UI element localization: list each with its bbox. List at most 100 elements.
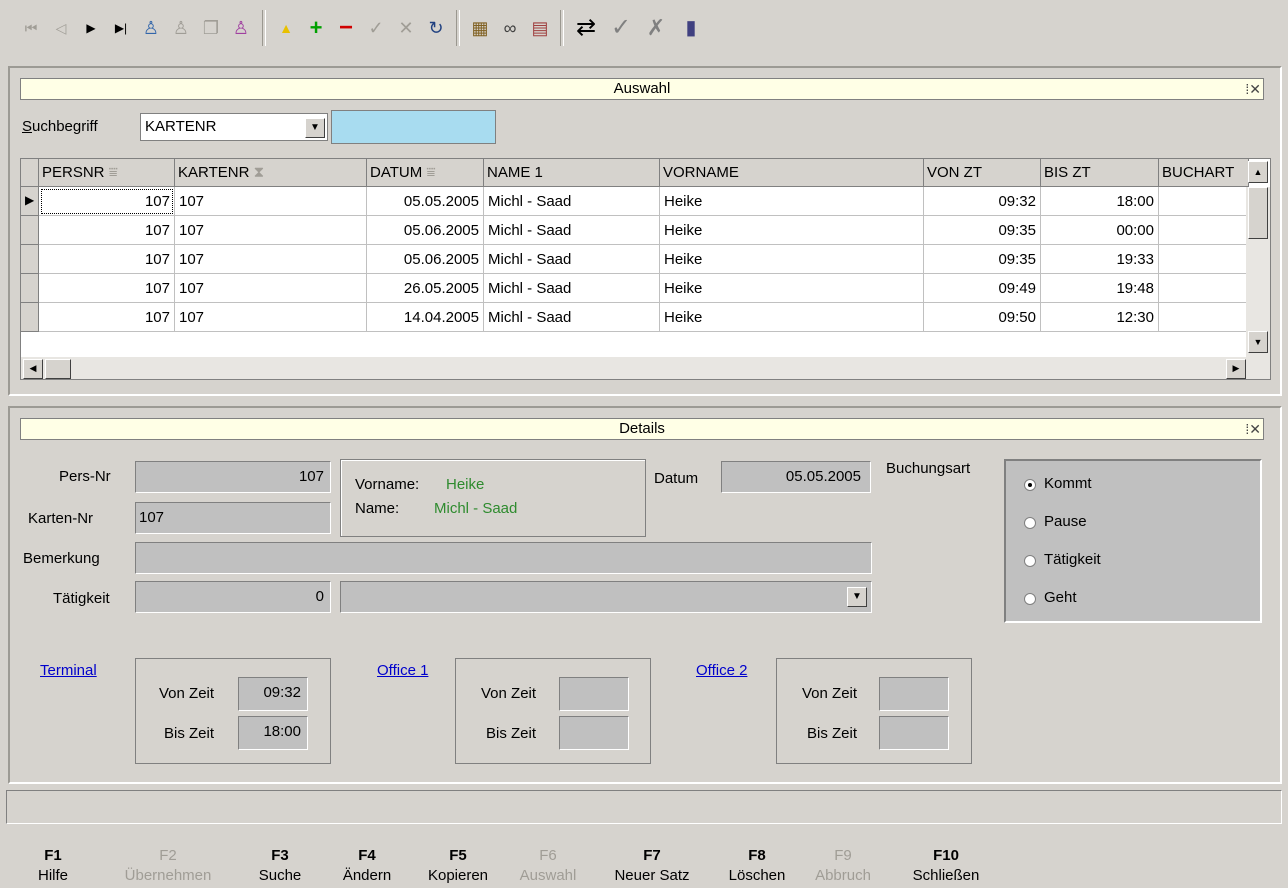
table-icon[interactable]: ▦ (466, 14, 494, 42)
fkey-f6-button[interactable]: F6 Auswahl (498, 846, 598, 886)
bell-x-icon[interactable]: ♙ (167, 14, 195, 42)
office2-link[interactable]: Office 2 (696, 662, 747, 679)
table-cell[interactable]: Michl - Saad (484, 187, 660, 216)
table-cell[interactable] (1159, 216, 1249, 245)
col-header-datum[interactable]: DATUM ⩸ (367, 159, 484, 187)
radio-geht[interactable]: Geht (1024, 587, 1224, 611)
bemerkung-field[interactable] (135, 542, 872, 574)
copy-doc-icon[interactable]: ❐ (197, 14, 225, 42)
col-header-vorname[interactable]: VORNAME (660, 159, 924, 187)
fkey-f5-button[interactable]: F5 Kopieren (408, 846, 508, 886)
office2-von-field[interactable] (879, 677, 949, 711)
table-cell[interactable]: Michl - Saad (484, 303, 660, 332)
table-row[interactable]: 107 107 05.06.2005 Michl - Saad Heike 09:35 00… (21, 216, 1249, 245)
fkey-f7-button[interactable]: F7 Neuer Satz (602, 846, 702, 886)
office1-link[interactable]: Office 1 (377, 662, 428, 679)
hscroll-thumb[interactable] (45, 359, 71, 379)
table-cell[interactable]: 107 (39, 274, 175, 303)
row-selector[interactable] (21, 245, 39, 274)
table-cell[interactable]: Heike (660, 216, 924, 245)
office1-bis-field[interactable] (559, 716, 629, 750)
table-cell[interactable] (1159, 187, 1249, 216)
col-header-name1[interactable]: NAME 1 (484, 159, 660, 187)
table-row[interactable]: 107 107 26.05.2005 Michl - Saad Heike 09:49 19… (21, 274, 1249, 303)
minus-icon[interactable]: − (332, 14, 360, 42)
export-icon[interactable]: ▤ (526, 14, 554, 42)
row-selector[interactable] (21, 274, 39, 303)
chevron-down-icon[interactable]: ▼ (305, 118, 325, 138)
table-cell[interactable]: 09:50 (924, 303, 1041, 332)
fkey-f10-button[interactable]: F10 Schließen (896, 846, 996, 886)
fkey-f9-button[interactable]: F9 Abbruch (793, 846, 893, 886)
table-cell[interactable]: 09:35 (924, 216, 1041, 245)
bell-icon[interactable]: ♙ (137, 14, 165, 42)
table-cell[interactable]: 107 (175, 245, 367, 274)
table-cell[interactable]: 107 (175, 303, 367, 332)
fkey-f1-button[interactable]: F1 Hilfe (3, 846, 103, 886)
table-cell[interactable]: 05.06.2005 (367, 216, 484, 245)
bell-pink-icon[interactable]: ♙ (227, 14, 255, 42)
col-header-von-zt[interactable]: VON ZT (924, 159, 1041, 187)
table-cell[interactable]: 00:00 (1041, 216, 1159, 245)
table-cell[interactable]: Michl - Saad (484, 245, 660, 274)
table-cell[interactable]: Heike (660, 274, 924, 303)
table-cell[interactable]: Heike (660, 245, 924, 274)
table-cell[interactable] (1159, 274, 1249, 303)
col-header-kartenr[interactable]: KARTENR ⧗ (175, 159, 367, 187)
fkey-f4-button[interactable]: F4 Ändern (317, 846, 417, 886)
table-cell[interactable]: Heike (660, 187, 924, 216)
office2-bis-field[interactable] (879, 716, 949, 750)
office1-von-field[interactable] (559, 677, 629, 711)
col-header-persnr[interactable]: PERSNR ⩸ (39, 159, 175, 187)
scroll-right-icon[interactable]: ▶ (1226, 359, 1246, 379)
next-record-icon[interactable]: ▶ (77, 14, 105, 42)
check-grey-icon[interactable]: ✓ (362, 14, 390, 42)
table-cell[interactable]: 107 (39, 245, 175, 274)
table-cell[interactable]: Michl - Saad (484, 274, 660, 303)
table-row[interactable]: ▶ 107 107 05.05.2005 Michl - Saad Heike 09:32 1… (21, 187, 1249, 216)
horizontal-scrollbar[interactable] (21, 357, 1270, 379)
table-row[interactable]: 107 107 05.06.2005 Michl - Saad Heike 09:35 19… (21, 245, 1249, 274)
table-cell[interactable]: 05.05.2005 (367, 187, 484, 216)
table-cell[interactable] (1159, 303, 1249, 332)
table-cell[interactable]: 107 (39, 303, 175, 332)
search-field-select[interactable]: KARTENR ▼ (140, 113, 328, 141)
refresh-icon[interactable]: ↻ (422, 14, 450, 42)
table-cell[interactable]: 107 (175, 274, 367, 303)
table-cell[interactable]: 107 (175, 216, 367, 245)
chevron-down-icon[interactable]: ▼ (847, 587, 867, 607)
table-cell[interactable]: 09:32 (924, 187, 1041, 216)
radio-taetigkeit[interactable]: Tätigkeit (1024, 549, 1224, 573)
exit-door-icon[interactable]: ▮ (677, 14, 705, 42)
table-cell[interactable]: 107 (175, 187, 367, 216)
terminal-bis-field[interactable]: 18:00 (238, 716, 308, 750)
radio-kommt[interactable]: Kommt (1024, 473, 1224, 497)
fkey-f2-button[interactable]: F2 Übernehmen (118, 846, 218, 886)
table-cell[interactable]: 107 (39, 187, 175, 216)
taetigkeit-select[interactable]: ▼ (340, 581, 872, 613)
table-cell[interactable]: 09:35 (924, 245, 1041, 274)
table-cell[interactable]: 26.05.2005 (367, 274, 484, 303)
table-cell[interactable]: 19:33 (1041, 245, 1159, 274)
panel-close-icon[interactable]: ⁞✕ (1245, 420, 1261, 438)
terminal-von-field[interactable]: 09:32 (238, 677, 308, 711)
scroll-left-icon[interactable]: ◀ (23, 359, 43, 379)
search-input[interactable] (331, 110, 496, 144)
table-cell[interactable]: 107 (39, 216, 175, 245)
x-grey-icon[interactable]: ✕ (392, 14, 420, 42)
table-row[interactable]: 107 107 14.04.2005 Michl - Saad Heike 09:50 12… (21, 303, 1249, 332)
binoculars-icon[interactable]: ∞ (496, 14, 524, 42)
table-cell[interactable]: Michl - Saad (484, 216, 660, 245)
plus-icon[interactable]: + (302, 14, 330, 42)
table-cell[interactable]: 05.06.2005 (367, 245, 484, 274)
table-cell[interactable]: 09:49 (924, 274, 1041, 303)
cancel-icon[interactable]: ✗ (642, 14, 670, 42)
karten-nr-field[interactable]: 107 (135, 502, 331, 534)
up-triangle-icon[interactable]: ▲ (272, 14, 300, 42)
last-record-icon[interactable]: ▶| (107, 14, 135, 42)
table-cell[interactable]: 14.04.2005 (367, 303, 484, 332)
table-cell[interactable]: 12:30 (1041, 303, 1159, 332)
table-cell[interactable] (1159, 245, 1249, 274)
check-icon[interactable]: ✓ (607, 14, 635, 42)
prev-record-icon[interactable]: ◁ (47, 14, 75, 42)
